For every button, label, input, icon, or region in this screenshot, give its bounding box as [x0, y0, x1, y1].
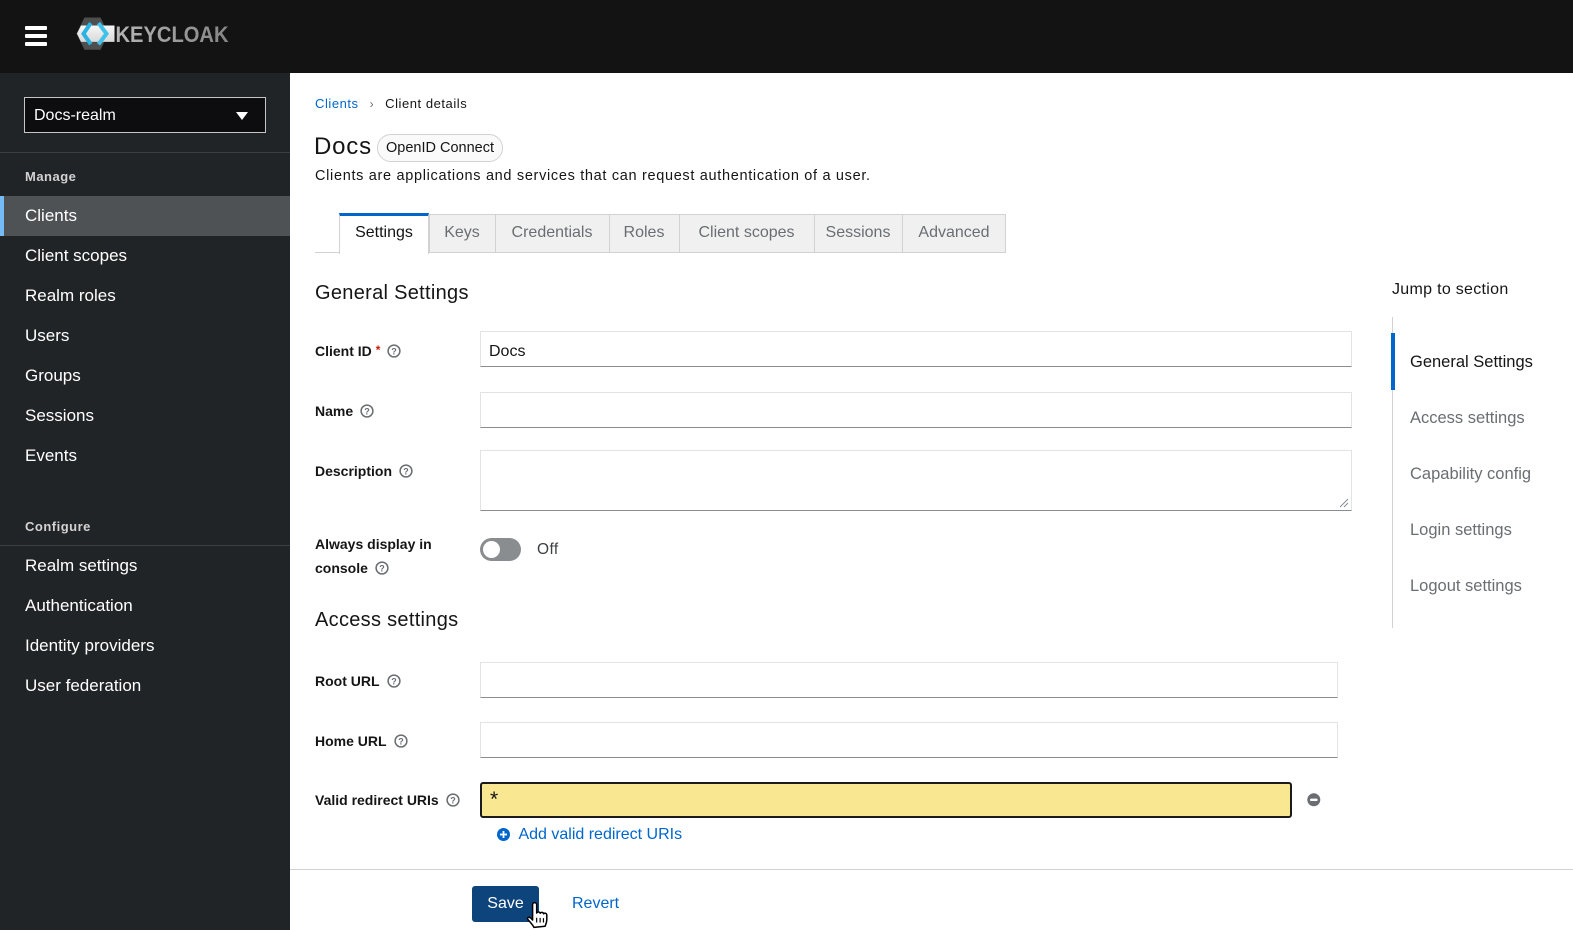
- svg-text:?: ?: [403, 466, 409, 476]
- svg-text:KEYCLOAK: KEYCLOAK: [116, 22, 229, 47]
- svg-text:?: ?: [398, 736, 404, 746]
- svg-text:?: ?: [379, 563, 385, 573]
- svg-text:?: ?: [391, 676, 397, 686]
- svg-text:?: ?: [392, 346, 398, 356]
- svg-text:?: ?: [364, 406, 370, 416]
- svg-text:?: ?: [450, 795, 456, 805]
